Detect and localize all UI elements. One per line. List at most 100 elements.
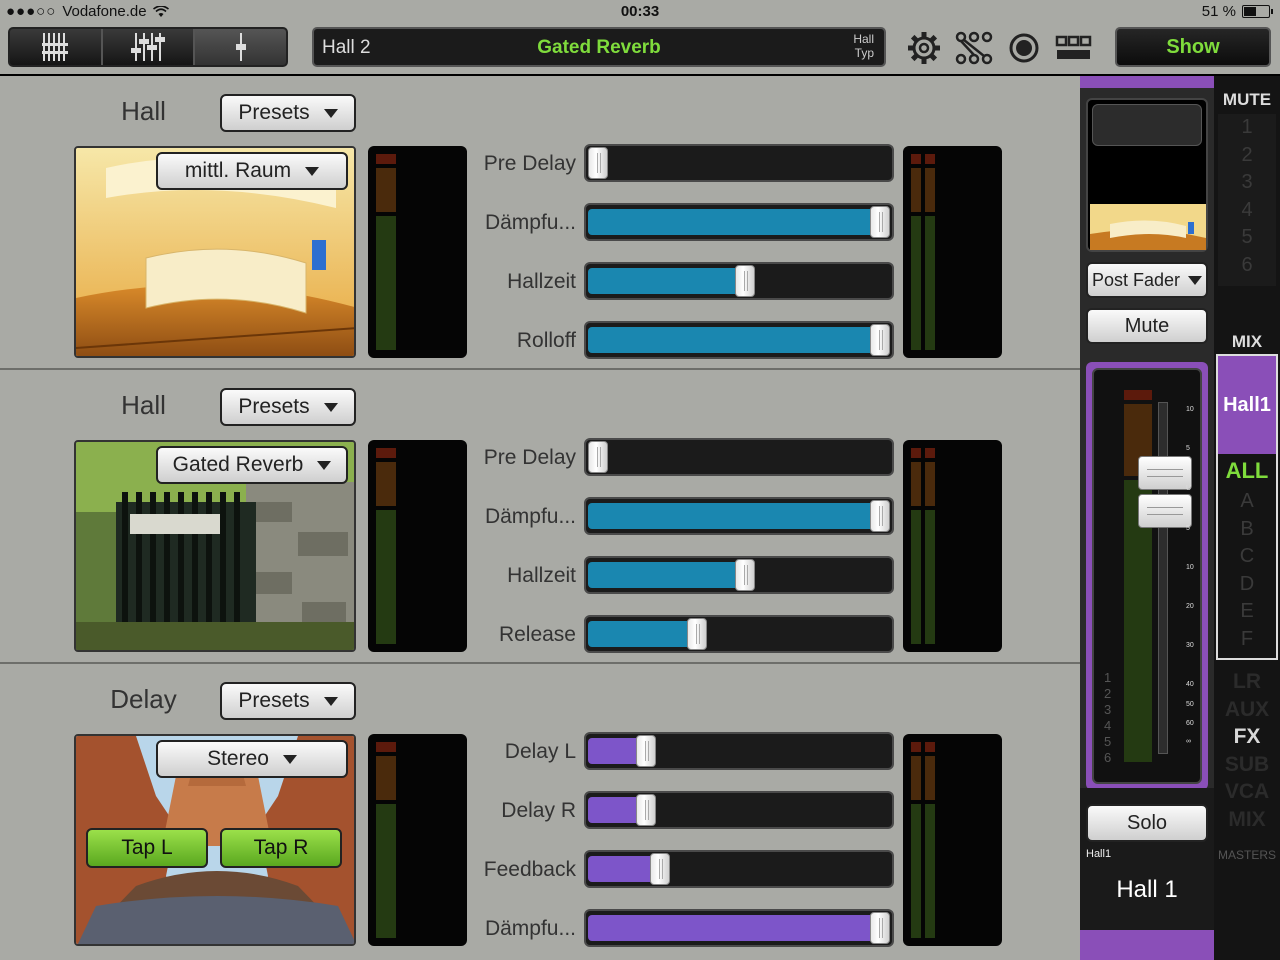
scale-label: 40 — [1186, 681, 1194, 688]
param-label: Hallzeit — [507, 564, 576, 587]
slider-knob[interactable] — [588, 147, 608, 179]
single-channel-view-button[interactable] — [195, 29, 286, 65]
block-title: Hall — [121, 390, 166, 420]
presets-button[interactable]: Presets — [220, 94, 356, 132]
slider-knob[interactable] — [650, 853, 671, 885]
faders-icon — [131, 33, 165, 61]
preset-dropdown[interactable]: mittl. Raum — [156, 152, 348, 190]
fader-knob[interactable] — [1138, 456, 1192, 490]
slider-knob[interactable] — [870, 206, 890, 238]
mute-group-item[interactable]: 4 — [1218, 197, 1276, 225]
preset-dropdown[interactable]: Stereo — [156, 740, 348, 778]
slider-knob[interactable] — [588, 441, 608, 473]
mix-item[interactable]: A — [1218, 488, 1276, 516]
param-slider[interactable] — [584, 556, 894, 594]
channel-thumbnail[interactable] — [1086, 98, 1208, 252]
mute-group-item[interactable]: 1 — [1218, 114, 1276, 142]
routing-button[interactable] — [954, 30, 994, 66]
category-vca[interactable]: VCA — [1214, 778, 1280, 806]
presets-button[interactable]: Presets — [220, 388, 356, 426]
category-fx[interactable]: FX — [1214, 723, 1280, 751]
param-slider[interactable] — [584, 321, 894, 359]
chevron-down-icon — [1188, 275, 1203, 285]
param-slider[interactable] — [584, 438, 894, 476]
mute-group-item[interactable]: 5 — [1218, 224, 1276, 252]
param-label: Dämpfu... — [484, 211, 576, 234]
mix-letters: A B C D E F — [1218, 488, 1276, 653]
input-meter — [368, 734, 467, 946]
mix-item-hall1[interactable]: Hall1 — [1218, 356, 1276, 454]
solo-button[interactable]: Solo — [1086, 804, 1208, 842]
fader-track[interactable] — [1158, 402, 1168, 754]
layout-button[interactable] — [1054, 30, 1094, 66]
slider-knob[interactable] — [870, 324, 890, 356]
mix-selector: Hall1 ALL A B C D E F — [1216, 354, 1278, 660]
scale-label: 20 — [1186, 603, 1194, 610]
master-categories: LR AUX FX SUB VCA MIX — [1214, 668, 1280, 833]
param-slider[interactable] — [584, 262, 894, 300]
slider-knob[interactable] — [734, 559, 755, 591]
param-slider[interactable] — [584, 203, 894, 241]
param-label: Rolloff — [516, 329, 576, 352]
mix-title: MIX — [1231, 332, 1263, 351]
channel-meter — [1124, 390, 1152, 762]
param-slider[interactable] — [584, 850, 894, 888]
record-icon — [1009, 33, 1039, 63]
fader-knob-secondary[interactable] — [1138, 494, 1192, 528]
grid-icon — [1055, 35, 1092, 59]
channel-strip: Post Fader Mute 123456 10 5 U 5 10 20 30… — [1080, 76, 1214, 960]
tap-right-button[interactable]: Tap R — [220, 828, 342, 868]
slider-knob[interactable] — [635, 794, 656, 826]
param-label: Hallzeit — [507, 270, 576, 293]
scale-label: 60 — [1186, 720, 1194, 727]
channels-icon — [42, 33, 69, 61]
slider-knob[interactable] — [686, 618, 707, 650]
presets-button[interactable]: Presets — [220, 682, 356, 720]
param-slider[interactable] — [584, 615, 894, 653]
param-label: Dämpfu... — [484, 917, 576, 940]
mute-button[interactable]: Mute — [1086, 308, 1208, 344]
post-fader-dropdown[interactable]: Post Fader — [1086, 262, 1208, 298]
channel-label-small: Hall1 — [1086, 848, 1112, 860]
slider-knob[interactable] — [870, 500, 890, 532]
show-button[interactable]: Show — [1115, 27, 1271, 67]
input-meter — [368, 146, 467, 358]
mix-item[interactable]: B — [1218, 516, 1276, 544]
scale-label: 50 — [1186, 701, 1194, 708]
category-mix[interactable]: MIX — [1214, 806, 1280, 834]
scale-label: 5 — [1186, 525, 1190, 532]
category-sub[interactable]: SUB — [1214, 751, 1280, 779]
channel-display[interactable]: Hall 2 Gated Reverb Hall Typ — [312, 27, 886, 67]
effect-block-delay: Delay Presets Stereo Tap L Tap R Delay L… — [0, 664, 1080, 960]
param-slider[interactable] — [584, 791, 894, 829]
tap-left-button[interactable]: Tap L — [86, 828, 208, 868]
slider-knob[interactable] — [635, 735, 656, 767]
param-slider[interactable] — [584, 144, 894, 182]
channel-thumbnail-image — [1090, 204, 1206, 250]
category-aux[interactable]: AUX — [1214, 696, 1280, 724]
mix-item[interactable]: C — [1218, 543, 1276, 571]
slider-knob[interactable] — [734, 265, 755, 297]
single-fader-icon — [235, 33, 246, 61]
preset-dropdown[interactable]: Gated Reverb — [156, 446, 348, 484]
mute-group-item[interactable]: 2 — [1218, 142, 1276, 170]
mute-group-item[interactable]: 3 — [1218, 169, 1276, 197]
param-slider[interactable] — [584, 497, 894, 535]
record-button[interactable] — [1004, 30, 1044, 66]
mix-item[interactable]: E — [1218, 598, 1276, 626]
mixer-view-button[interactable] — [10, 29, 103, 65]
settings-button[interactable] — [904, 30, 944, 66]
faders-view-button[interactable] — [102, 29, 196, 65]
scale-label: 5 — [1186, 445, 1190, 452]
gear-icon — [908, 32, 940, 64]
mix-item-all[interactable]: ALL — [1218, 458, 1276, 484]
param-slider[interactable] — [584, 909, 894, 947]
category-lr[interactable]: LR — [1214, 668, 1280, 696]
mute-group-item[interactable]: 6 — [1218, 252, 1276, 280]
param-slider[interactable] — [584, 732, 894, 770]
slider-knob[interactable] — [870, 912, 890, 944]
mix-item[interactable]: D — [1218, 571, 1276, 599]
status-bar: ●●●○○ Vodafone.de 00:33 51 % — [0, 0, 1280, 24]
mix-item[interactable]: F — [1218, 626, 1276, 654]
effect-type-label: Hall Typ — [853, 32, 874, 60]
